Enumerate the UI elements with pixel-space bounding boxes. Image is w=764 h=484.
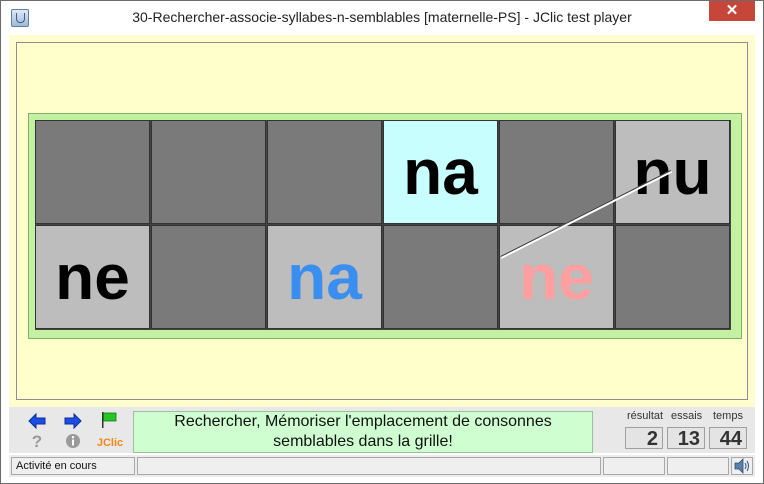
- time-label: temps: [713, 410, 743, 422]
- grid-cell[interactable]: [151, 225, 266, 329]
- cell-syllable: na: [403, 136, 478, 208]
- grid-cell[interactable]: na: [267, 225, 382, 329]
- close-button[interactable]: ✕: [709, 1, 755, 21]
- arrow-right-icon[interactable]: [63, 412, 83, 431]
- cell-syllable: ne: [55, 241, 130, 313]
- status-progress: [137, 457, 601, 475]
- grid-cell[interactable]: ne: [35, 225, 150, 329]
- jclic-logo[interactable]: JClic: [95, 434, 125, 452]
- status-text: Activité en cours: [11, 457, 135, 475]
- title-bar: 30-Rechercher-associe-syllabes-n-semblab…: [1, 1, 763, 35]
- grid-cell[interactable]: [151, 120, 266, 224]
- question-icon[interactable]: ?: [27, 433, 47, 451]
- grid-cell[interactable]: nu: [615, 120, 730, 224]
- grid-cell[interactable]: [383, 225, 498, 329]
- grid-cell[interactable]: [267, 120, 382, 224]
- grid-cell[interactable]: [35, 120, 150, 224]
- cell-syllable: nu: [633, 136, 712, 208]
- green-flag-icon[interactable]: [99, 411, 119, 429]
- status-slot-1: [603, 457, 665, 475]
- memory-grid: na nu ne na ne: [35, 120, 731, 330]
- grid-cell[interactable]: ne: [499, 225, 614, 329]
- grid-panel: na nu ne na ne: [28, 113, 742, 339]
- arrow-left-icon[interactable]: [27, 412, 47, 431]
- cell-syllable: na: [287, 241, 362, 313]
- control-bar: ? JClic Rechercher, Mémoriser l'emplacem…: [9, 407, 755, 453]
- app-window: 30-Rechercher-associe-syllabes-n-semblab…: [0, 0, 764, 484]
- activity-area: na nu ne na ne: [9, 35, 755, 407]
- score-label: résultat: [627, 410, 664, 422]
- speaker-icon[interactable]: [731, 457, 753, 475]
- tries-counter: 13: [667, 427, 705, 450]
- score-counter: 2: [625, 427, 663, 450]
- status-bar: Activité en cours: [9, 455, 755, 477]
- activity-message: Rechercher, Mémoriser l'emplacement de c…: [133, 411, 593, 453]
- cell-syllable: ne: [519, 241, 594, 313]
- window-title: 30-Rechercher-associe-syllabes-n-semblab…: [132, 9, 632, 25]
- tries-label: essais: [671, 410, 703, 422]
- message-text: Rechercher, Mémoriser l'emplacement de c…: [174, 413, 552, 450]
- grid-cell[interactable]: na: [383, 120, 498, 224]
- time-counter: 44: [709, 427, 747, 450]
- status-slot-2: [667, 457, 729, 475]
- info-icon[interactable]: [63, 433, 83, 451]
- grid-cell[interactable]: [615, 225, 730, 329]
